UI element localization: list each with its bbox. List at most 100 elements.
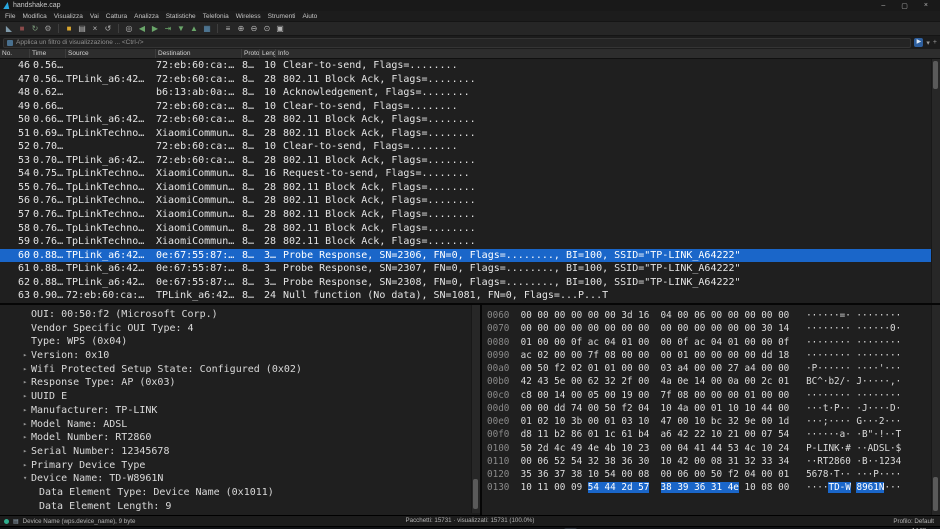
tree-expander-icon[interactable]: ▾ [23, 472, 27, 486]
column-header-destination[interactable]: Destination [156, 49, 242, 58]
detail-line-8[interactable]: ▸Model Name: ADSL [0, 418, 480, 432]
reload-file-icon[interactable]: ↺ [103, 24, 113, 33]
tree-expander-icon[interactable]: ▸ [23, 431, 27, 445]
detail-line-2[interactable]: Type: WPS (0x04) [0, 335, 480, 349]
stop-capture-icon[interactable]: ■ [17, 24, 27, 33]
menu-item-wireless[interactable]: Wireless [236, 13, 261, 20]
profile-label[interactable]: Profilo: Default [893, 518, 936, 525]
menu-item-analizza[interactable]: Analizza [134, 13, 159, 20]
detail-line-13[interactable]: Data Element Type: Device Name (0x1011) [0, 486, 480, 500]
tree-expander-icon[interactable]: ▸ [23, 418, 27, 432]
display-filter-input[interactable]: Applica un filtro di visualizzazione ...… [3, 38, 911, 48]
tree-expander-icon[interactable]: ▸ [23, 390, 27, 404]
hex-row-00e0[interactable]: 00e0 01 02 10 3b 00 01 03 10 47 00 10 bc… [487, 415, 940, 428]
detail-line-5[interactable]: ▸Response Type: AP (0x03) [0, 376, 480, 390]
hex-row-0060[interactable]: 0060 00 00 00 00 00 00 3d 16 04 00 06 00… [487, 309, 940, 322]
packet-row-50[interactable]: 500.66…TPLink_a6:42…72:eb:60:ca:…8…28802… [0, 113, 940, 127]
detail-line-4[interactable]: ▸Wifi Protected Setup State: Configured … [0, 363, 480, 377]
packet-row-51[interactable]: 510.69…TpLinkTechno…XiaomiCommun…8…28802… [0, 127, 940, 141]
hex-row-0090[interactable]: 0090 ac 02 00 00 7f 08 00 00 00 01 00 00… [487, 349, 940, 362]
tree-expander-icon[interactable]: ▸ [23, 459, 27, 473]
hex-row-0080[interactable]: 0080 01 00 00 0f ac 04 01 00 00 0f ac 04… [487, 336, 940, 349]
close-button[interactable]: × [924, 2, 928, 10]
column-header-time[interactable]: Time [30, 49, 66, 58]
tree-expander-icon[interactable]: ▸ [23, 349, 27, 363]
find-packet-icon[interactable]: ◎ [124, 24, 134, 33]
hex-scrollbar[interactable] [931, 305, 940, 515]
hex-row-00c0[interactable]: 00c0 c8 00 14 00 05 00 19 00 7f 08 00 00… [487, 389, 940, 402]
column-header-protocol[interactable]: Protocol [242, 49, 260, 58]
menu-item-strumenti[interactable]: Strumenti [268, 13, 296, 20]
menu-item-telefonia[interactable]: Telefonia [203, 13, 229, 20]
start-capture-icon[interactable]: ◣ [4, 24, 14, 33]
apply-filter-icon[interactable]: ▶ [914, 38, 923, 47]
details-scrollbar[interactable] [471, 305, 480, 513]
packet-list-scroll-thumb[interactable] [933, 61, 938, 89]
menu-item-file[interactable]: File [5, 13, 15, 20]
tree-expander-icon[interactable]: ▸ [23, 363, 27, 377]
detail-line-3[interactable]: ▸Version: 0x10 [0, 349, 480, 363]
packet-row-57[interactable]: 570.76…TpLinkTechno…XiaomiCommun…8…28802… [0, 208, 940, 222]
detail-line-1[interactable]: Vendor Specific OUI Type: 4 [0, 322, 480, 336]
column-header-source[interactable]: Source [66, 49, 156, 58]
packet-row-62[interactable]: 620.88…TPLink_a6:42…0e:67:55:87:…8…3…Pro… [0, 276, 940, 290]
packet-row-61[interactable]: 610.88…TPLink_a6:42…0e:67:55:87:…8…3…Pro… [0, 262, 940, 276]
open-file-icon[interactable]: ■ [64, 24, 74, 33]
add-filter-button[interactable]: + [933, 39, 937, 46]
menu-item-vai[interactable]: Vai [90, 13, 99, 20]
hex-row-0120[interactable]: 0120 35 36 37 38 10 54 00 08 00 06 00 50… [487, 468, 940, 481]
packet-row-47[interactable]: 470.56…TPLink_a6:42…72:eb:60:ca:…8…28802… [0, 73, 940, 87]
packet-row-55[interactable]: 550.76…TpLinkTechno…XiaomiCommun…8…28802… [0, 181, 940, 195]
zoom-in-icon[interactable]: ⊕ [236, 24, 246, 33]
auto-scroll-icon[interactable]: ▦ [202, 24, 212, 33]
tree-expander-icon[interactable]: ▸ [23, 445, 27, 459]
detail-line-14[interactable]: Data Element Length: 9 [0, 500, 480, 514]
detail-line-0[interactable]: OUI: 00:50:f2 (Microsoft Corp.) [0, 308, 480, 322]
hex-row-00f0[interactable]: 00f0 d8 11 b2 86 01 1c 61 b4 a6 42 22 10… [487, 428, 940, 441]
minimize-button[interactable]: – [881, 2, 885, 10]
detail-line-6[interactable]: ▸UUID E [0, 390, 480, 404]
menu-item-visualizza[interactable]: Visualizza [54, 13, 83, 20]
hex-scroll-thumb[interactable] [933, 477, 938, 511]
detail-line-11[interactable]: ▸Primary Device Type [0, 459, 480, 473]
filter-dropdown-icon[interactable]: ▾ [926, 39, 930, 47]
tree-expander-icon[interactable]: ▸ [23, 404, 27, 418]
capture-file-icon[interactable]: ▤ [13, 518, 19, 525]
hex-row-00a0[interactable]: 00a0 00 50 f2 02 01 01 00 00 03 a4 00 00… [487, 362, 940, 375]
packet-row-48[interactable]: 480.62…b6:13:ab:0a:…8…10Acknowledgement,… [0, 86, 940, 100]
column-header-length[interactable]: Length [260, 49, 276, 58]
go-back-icon[interactable]: ◀ [137, 24, 147, 33]
close-file-icon[interactable]: × [90, 24, 100, 33]
zoom-reset-icon[interactable]: ⊙ [262, 24, 272, 33]
column-header-no[interactable]: No. [0, 49, 30, 58]
menu-item-aiuto[interactable]: Aiuto [302, 13, 317, 20]
capture-options-icon[interactable]: ⚙ [43, 24, 53, 33]
detail-line-9[interactable]: ▸Model Number: RT2860 [0, 431, 480, 445]
packet-row-63[interactable]: 630.90…72:eb:60:ca:…TPLink_a6:42…8…24Nul… [0, 289, 940, 303]
restart-capture-icon[interactable]: ↻ [30, 24, 40, 33]
packet-row-49[interactable]: 490.66…72:eb:60:ca:…8…10Clear-to-send, F… [0, 100, 940, 114]
packet-row-56[interactable]: 560.76…TpLinkTechno…XiaomiCommun…8…28802… [0, 194, 940, 208]
menu-item-modifica[interactable]: Modifica [22, 13, 46, 20]
menu-item-statistiche[interactable]: Statistiche [166, 13, 196, 20]
hex-row-00d0[interactable]: 00d0 00 00 dd 74 00 50 f2 04 10 4a 00 01… [487, 402, 940, 415]
tree-expander-icon[interactable]: ▸ [23, 376, 27, 390]
expert-info-icon[interactable] [4, 519, 9, 524]
details-scroll-thumb[interactable] [473, 479, 478, 509]
packet-row-53[interactable]: 530.70…TPLink_a6:42…72:eb:60:ca:…8…28802… [0, 154, 940, 168]
detail-line-10[interactable]: ▸Serial Number: 12345678 [0, 445, 480, 459]
hex-row-0110[interactable]: 0110 00 06 52 54 32 38 36 30 10 42 00 08… [487, 455, 940, 468]
hex-row-00b0[interactable]: 00b0 42 43 5e 00 62 32 2f 00 4a 0e 14 00… [487, 375, 940, 388]
go-down-icon[interactable]: ▼ [176, 24, 186, 33]
hex-row-0100[interactable]: 0100 50 2d 4c 49 4e 4b 10 23 00 04 41 44… [487, 442, 940, 455]
filter-bookmark-icon[interactable] [7, 40, 13, 46]
detail-line-7[interactable]: ▸Manufacturer: TP-LINK [0, 404, 480, 418]
packet-list-scrollbar[interactable] [931, 59, 940, 303]
packet-row-58[interactable]: 580.76…TpLinkTechno…XiaomiCommun…8…28802… [0, 222, 940, 236]
packet-row-52[interactable]: 520.70…72:eb:60:ca:…8…10Clear-to-send, F… [0, 140, 940, 154]
hex-row-0070[interactable]: 0070 00 00 00 00 00 00 00 00 00 00 00 00… [487, 322, 940, 335]
detail-line-12[interactable]: ▾Device Name: TD-W8961N [0, 472, 480, 486]
packet-row-59[interactable]: 590.76…TpLinkTechno…XiaomiCommun…8…28802… [0, 235, 940, 249]
column-header-info[interactable]: Info [276, 49, 940, 58]
go-to-packet-icon[interactable]: ⇥ [163, 24, 173, 33]
